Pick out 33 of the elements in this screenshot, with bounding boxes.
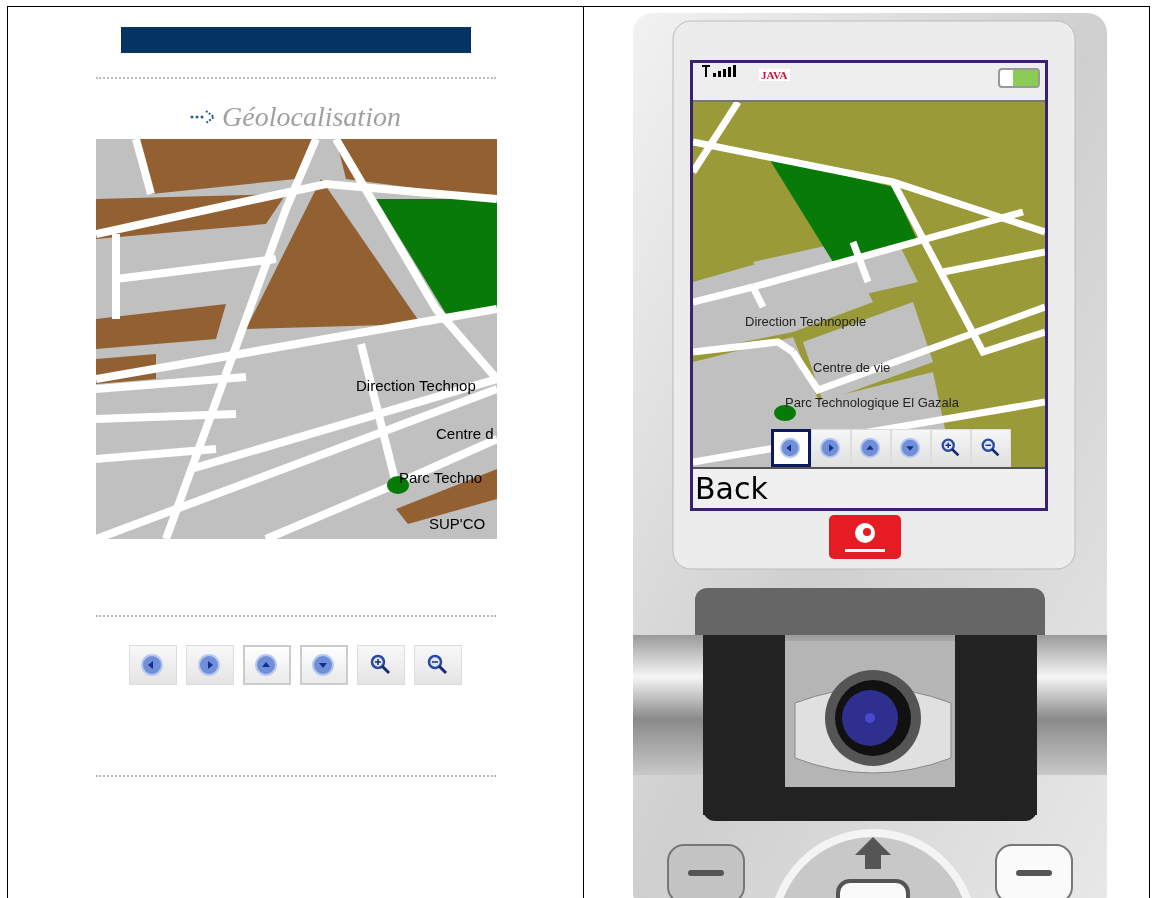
right-softkey[interactable] xyxy=(995,844,1073,898)
arrow-circle-icon xyxy=(859,436,883,460)
map-label: Centre d xyxy=(435,425,494,442)
zoom-in-button[interactable] xyxy=(931,429,971,467)
left-softkey[interactable] xyxy=(667,844,745,898)
pan-left-button[interactable] xyxy=(771,429,811,467)
arrow-circle-icon xyxy=(311,652,337,678)
location-marker xyxy=(774,405,796,421)
battery-icon xyxy=(997,67,1041,89)
map-label: SUP'CO xyxy=(428,515,485,532)
arrow-circle-icon xyxy=(254,652,280,678)
map-label: Centre de vie xyxy=(813,360,891,375)
dotted-arrow-icon xyxy=(190,110,217,124)
arrow-circle-icon xyxy=(779,436,803,460)
java-logo: JAVA xyxy=(759,69,790,81)
arrow-circle-icon xyxy=(899,436,923,460)
section-title: Géolocalisation xyxy=(222,101,401,133)
pan-up-button[interactable] xyxy=(243,645,291,685)
operator-logo-icon xyxy=(829,515,901,559)
zoom-out-button[interactable] xyxy=(414,645,462,685)
up-arrow-icon[interactable] xyxy=(855,837,891,869)
arrow-circle-icon xyxy=(197,652,223,678)
pan-right-button[interactable] xyxy=(186,645,234,685)
zoom-in-button[interactable] xyxy=(357,645,405,685)
arrow-circle-icon xyxy=(819,436,843,460)
pan-up-button[interactable] xyxy=(851,429,891,467)
center-key[interactable] xyxy=(836,879,910,898)
map-label: Parc Techno xyxy=(398,469,482,486)
pan-down-button[interactable] xyxy=(300,645,348,685)
arrow-circle-icon xyxy=(140,652,166,678)
map-label: Direction Technop xyxy=(355,377,476,394)
back-softkey[interactable]: Back xyxy=(693,471,770,506)
zoom-out-button[interactable] xyxy=(971,429,1011,467)
